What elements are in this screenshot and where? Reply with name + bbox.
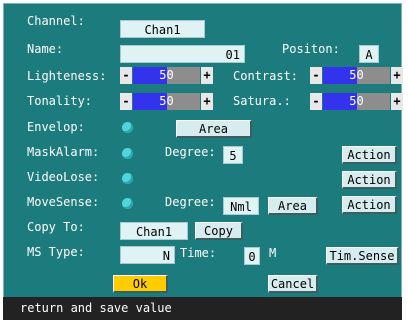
position-label: Positon: [282, 42, 340, 56]
copy-to-label: Copy To: [27, 220, 85, 234]
saturation-slider[interactable]: - 50 + [310, 93, 403, 110]
ok-button[interactable]: Ok [113, 275, 168, 293]
tim-sense-button[interactable]: Tim.Sense [326, 247, 399, 265]
mask-alarm-degree-field[interactable]: 5 [223, 146, 243, 164]
move-sense-action-button[interactable]: Action [342, 196, 397, 214]
lighteness-track[interactable]: 50 [133, 67, 200, 84]
saturation-label: Satura.: [233, 94, 291, 108]
status-bar: return and save value [3, 297, 402, 320]
lighteness-label: Lighteness: [27, 69, 107, 83]
saturation-value: 50 [349, 94, 364, 108]
contrast-slider[interactable]: - 50 + [310, 67, 403, 84]
lighteness-value: 50 [159, 68, 174, 82]
channel-label: Channel: [27, 14, 85, 28]
copy-button[interactable]: Copy [195, 222, 243, 240]
video-lose-label: VideoLose: [27, 170, 100, 184]
move-sense-degree-field[interactable]: Nml [223, 197, 259, 215]
contrast-decrease-button[interactable]: - [310, 67, 322, 84]
tonality-label: Tonality: [27, 94, 93, 108]
saturation-track[interactable]: 50 [323, 93, 390, 110]
tonality-value: 50 [159, 94, 174, 108]
tonality-decrease-button[interactable]: - [120, 93, 132, 110]
envelop-toggle[interactable] [122, 122, 133, 133]
lighteness-decrease-button[interactable]: - [120, 67, 132, 84]
envelop-label: Envelop: [27, 120, 85, 134]
mask-alarm-action-button[interactable]: Action [342, 146, 397, 164]
mask-alarm-degree-label: Degree: [165, 145, 216, 159]
contrast-label: Contrast: [233, 69, 299, 83]
mask-alarm-label: MaskAlarm: [27, 145, 100, 159]
time-label: Time: [180, 246, 217, 260]
name-label: Name: [27, 42, 64, 56]
tonality-increase-button[interactable]: + [201, 93, 213, 110]
channel-field[interactable]: Chan1 [120, 20, 205, 38]
contrast-track[interactable]: 50 [323, 67, 390, 84]
lighteness-slider[interactable]: - 50 + [120, 67, 213, 84]
move-sense-area-button[interactable]: Area [268, 197, 318, 215]
tonality-slider[interactable]: - 50 + [120, 93, 213, 110]
move-sense-toggle[interactable] [122, 198, 133, 209]
mask-alarm-toggle[interactable] [122, 148, 133, 159]
envelop-area-button[interactable]: Area [176, 120, 252, 138]
lighteness-increase-button[interactable]: + [201, 67, 213, 84]
position-field[interactable]: A [359, 45, 379, 63]
copy-to-field[interactable]: Chan1 [120, 222, 188, 240]
tonality-track[interactable]: 50 [133, 93, 200, 110]
contrast-value: 50 [349, 68, 364, 82]
ms-type-field[interactable]: N [120, 246, 175, 264]
saturation-increase-button[interactable]: + [391, 93, 403, 110]
video-lose-toggle[interactable] [122, 173, 133, 184]
move-sense-label: MoveSense: [27, 195, 100, 209]
cancel-button[interactable]: Cancel [268, 275, 318, 293]
move-sense-degree-label: Degree: [165, 195, 216, 209]
video-lose-action-button[interactable]: Action [342, 171, 397, 189]
saturation-decrease-button[interactable]: - [310, 93, 322, 110]
time-field[interactable]: 0 [244, 247, 260, 265]
contrast-increase-button[interactable]: + [391, 67, 403, 84]
name-field[interactable]: 01 [120, 45, 245, 63]
time-unit-label: M [269, 246, 277, 260]
ms-type-label: MS Type: [27, 245, 85, 259]
